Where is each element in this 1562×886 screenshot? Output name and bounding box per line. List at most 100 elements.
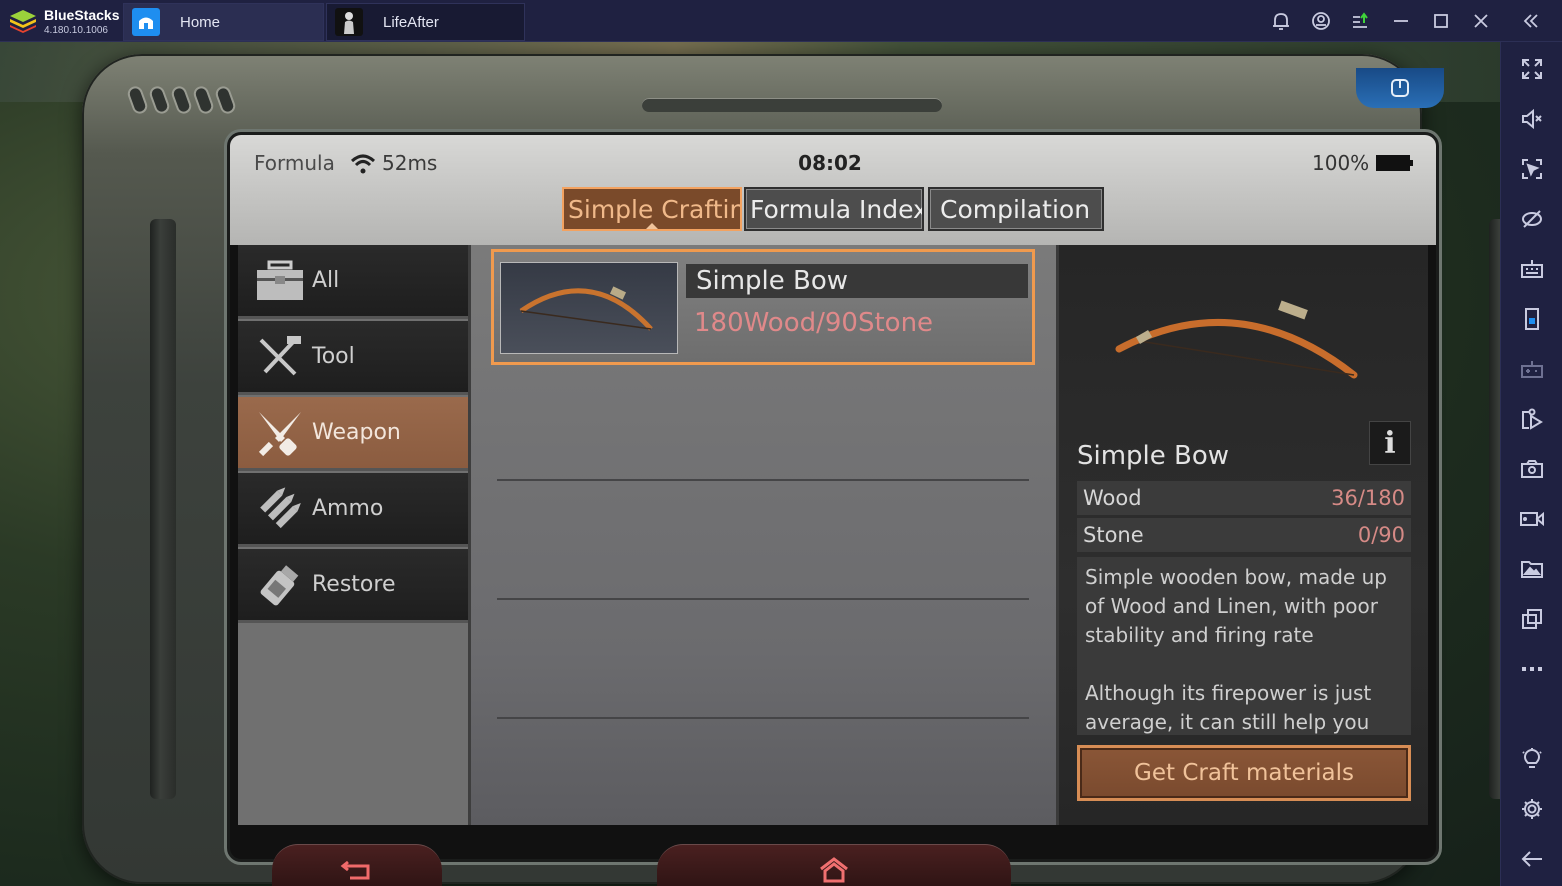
bluestacks-brand: BlueStacks 4.180.10.1006 [8,4,124,38]
description-paragraph: Simple wooden bow, made up of Wood and L… [1085,565,1387,647]
recipe-list: Simple Bow 180Wood/90Stone [468,245,1056,825]
category-label: Restore [312,572,396,597]
bow-thumbnail-icon [500,262,678,354]
category-label: All [312,268,340,293]
gamepad-icon[interactable] [1517,354,1547,384]
power-icon [1391,79,1409,97]
collapse-sidebar-icon[interactable] [1518,8,1544,34]
speaker-grille [125,84,150,116]
bullets-icon [252,481,308,537]
material-name: Wood [1083,486,1142,510]
title-bar: BlueStacks 4.180.10.1006 Home LifeAfter [0,0,1562,42]
screenshot-camera-icon[interactable] [1517,454,1547,484]
game-avatar-icon [335,8,363,36]
device-top-slot [642,98,942,112]
media-folder-icon[interactable] [1517,554,1547,584]
right-sidebar [1500,42,1562,886]
info-button[interactable]: i [1369,421,1411,465]
material-name: Stone [1083,523,1144,547]
multi-instance-icon[interactable] [1517,604,1547,634]
left-grip [150,219,176,799]
list-divider [497,479,1029,481]
brand-version: 4.180.10.1006 [44,25,108,36]
recipe-item-simple-bow[interactable]: Simple Bow 180Wood/90Stone [491,249,1035,365]
speaker-grille [213,84,238,116]
keyboard-icon[interactable] [1517,254,1547,284]
settings-gear-icon[interactable] [1517,794,1547,824]
toolbox-icon [252,253,308,309]
hide-controls-icon[interactable] [1517,204,1547,234]
recipe-name: Simple Bow [686,264,1028,298]
battery-icon [1376,155,1413,171]
return-arrow-icon [340,860,370,879]
category-weapon[interactable]: Weapon [238,397,468,471]
notification-bell-icon[interactable] [1268,8,1294,34]
home-icon [820,856,848,882]
maximize-icon[interactable] [1428,8,1454,34]
lock-cursor-icon[interactable] [1517,154,1547,184]
material-qty: 0/90 [1357,523,1405,547]
tab-compilation[interactable]: Compilation [928,187,1104,231]
tab-home[interactable]: Home [123,3,324,41]
category-label: Tool [312,344,355,369]
back-arrow-icon[interactable] [1517,844,1547,874]
device-back-button[interactable] [272,844,442,886]
bluestacks-window: BlueStacks 4.180.10.1006 Home LifeAfter [0,0,1562,886]
recipe-cost: 180Wood/90Stone [694,308,934,338]
home-icon [132,8,160,36]
tab-simple-crafting[interactable]: Simple Crafting [562,187,742,231]
bluestacks-logo-icon [10,10,36,33]
right-grip [1489,219,1500,799]
tab-formula-index[interactable]: Formula Index [744,187,924,231]
more-icon[interactable] [1517,654,1547,684]
minimize-icon[interactable] [1388,8,1414,34]
category-restore[interactable]: Restore [238,549,468,623]
speaker-grille [191,84,216,116]
power-button[interactable] [1356,68,1444,108]
video-recorder-icon[interactable] [1517,504,1547,534]
list-divider [497,598,1029,600]
material-row-wood: Wood 36/180 [1077,481,1411,515]
get-craft-materials-button[interactable]: Get Craft materials [1077,745,1411,801]
mute-icon[interactable] [1517,104,1547,134]
speaker-grille [169,84,194,116]
app-updates-icon[interactable] [1348,8,1374,34]
item-detail-panel: i Simple Bow Wood 36/180 Stone 0/90 Simp… [1056,245,1428,825]
close-icon[interactable] [1468,8,1494,34]
status-bar: Formula 52ms 08:02 100% Simple Crafting … [230,135,1436,245]
description-paragraph: Although its firepower is just average, … [1085,681,1372,734]
material-row-stone: Stone 0/90 [1077,518,1411,552]
clock: 08:02 [798,151,862,175]
material-qty: 36/180 [1331,486,1405,510]
category-ammo[interactable]: Ammo [238,473,468,547]
tab-home-label: Home [180,13,221,31]
portrait-mode-icon[interactable] [1517,304,1547,334]
crafting-tabs: Simple Crafting Formula Index Compilatio… [562,187,1104,231]
item-name: Simple Bow [1077,441,1230,471]
tab-lifeafter[interactable]: LifeAfter [326,3,525,41]
account-icon[interactable] [1308,8,1334,34]
crossed-knives-icon [252,405,308,461]
game-viewport: Formula 52ms 08:02 100% Simple Crafting … [0,42,1500,886]
brand-name: BlueStacks [44,7,120,23]
device-home-button[interactable] [657,844,1011,886]
category-tool[interactable]: Tool [238,321,468,395]
tab-lifeafter-label: LifeAfter [383,13,439,31]
battery-percent: 100% [1312,151,1370,175]
ping-value: 52ms [382,151,438,175]
category-all[interactable]: All [238,245,468,319]
item-description[interactable]: Simple wooden bow, made up of Wood and L… [1077,557,1411,735]
category-list: All Tool Weapon Ammo Restore [238,245,468,825]
lightbulb-icon[interactable] [1517,744,1547,774]
medicine-bottle-icon [252,557,308,613]
category-label: Weapon [312,420,401,445]
speaker-grille [147,84,172,116]
pliers-hammer-icon [252,329,308,385]
screen-title: Formula [254,151,335,175]
screen-record-icon[interactable] [1517,404,1547,434]
bow-preview-icon [1109,275,1369,395]
wifi-icon [350,154,376,174]
device-frame: Formula 52ms 08:02 100% Simple Crafting … [82,54,1500,886]
fullscreen-icon[interactable] [1517,54,1547,84]
list-divider [497,717,1029,719]
